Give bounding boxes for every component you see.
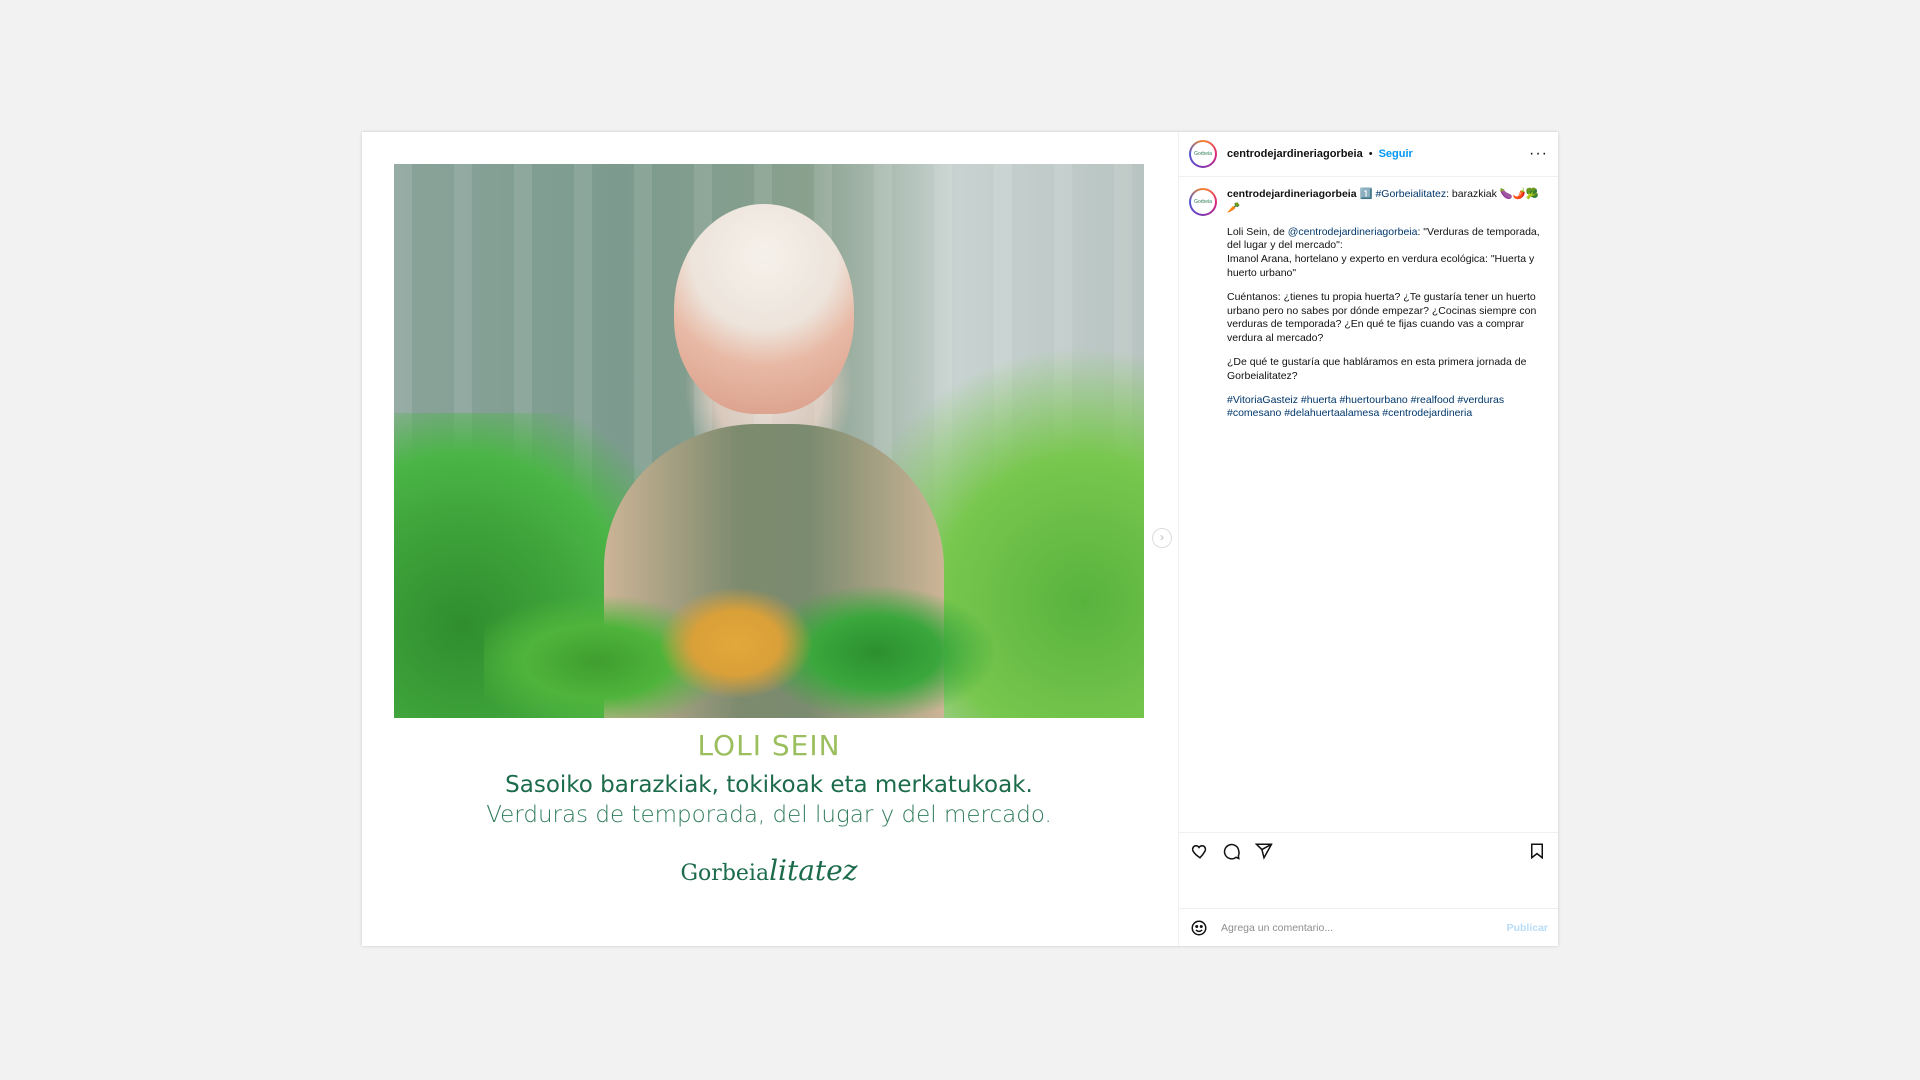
caption-area: Gorbeia centrodejardineriagorbeia 1️⃣ #G… xyxy=(1179,176,1558,776)
image-tagline-spanish: Verduras de temporada, del lugar y del m… xyxy=(486,802,1052,828)
more-options-icon[interactable]: ··· xyxy=(1529,145,1548,163)
next-image-button[interactable]: › xyxy=(1152,528,1172,548)
caption-paragraph-1: Loli Sein, de @centrodejardineriagorbeia… xyxy=(1227,226,1542,281)
comment-icon[interactable] xyxy=(1221,840,1243,862)
caption-avatar-text: Gorbeia xyxy=(1193,192,1213,212)
caption-avatar[interactable]: Gorbeia xyxy=(1189,188,1217,216)
post-header: Gorbeia centrodejardineriagorbeia • Segu… xyxy=(1179,132,1558,177)
image-tagline-basque: Sasoiko barazkiak, tokikoak eta merkatuk… xyxy=(505,772,1033,798)
emoji-icon[interactable] xyxy=(1189,918,1209,938)
post-photo xyxy=(394,164,1144,718)
bookmark-icon[interactable] xyxy=(1526,840,1548,862)
share-icon[interactable] xyxy=(1253,840,1275,862)
caption-intro: 1️⃣ xyxy=(1359,188,1373,200)
avatar-text: Gorbeia xyxy=(1193,144,1213,164)
avatar[interactable]: Gorbeia xyxy=(1189,140,1217,168)
caption-username[interactable]: centrodejardineriagorbeia xyxy=(1227,188,1357,200)
post-modal: › LOLI SEIN Sasoiko barazkiak, tokikoak … xyxy=(362,132,1558,946)
person-head xyxy=(674,204,854,414)
caption-hashtags[interactable]: #VitoriaGasteiz #huerta #huertourbano #r… xyxy=(1227,394,1542,422)
caption-hashtag-link[interactable]: #Gorbeialitatez xyxy=(1375,188,1446,200)
brand-logo: Gorbeialitatez xyxy=(394,854,1144,887)
caption-paragraph-2: Cuéntanos: ¿tienes tu propia huerta? ¿Te… xyxy=(1227,290,1537,345)
caption-row: Gorbeia centrodejardineriagorbeia 1️⃣ #G… xyxy=(1189,188,1548,421)
caption-mention-link[interactable]: @centrodejardineriagorbeia xyxy=(1288,226,1418,238)
brand-logo-text: Gorbeia xyxy=(680,861,770,886)
caption-text: centrodejardineriagorbeia 1️⃣ #Gorbeiali… xyxy=(1227,188,1542,421)
caption-paragraph-3: ¿De qué te gustaría que habláramos en es… xyxy=(1227,355,1527,382)
caption-p1-c: Imanol Arana, hortelano y experto en ver… xyxy=(1227,253,1535,279)
flowers xyxy=(484,548,1044,718)
heart-icon[interactable] xyxy=(1189,840,1211,862)
post-media: › LOLI SEIN Sasoiko barazkiak, tokikoak … xyxy=(362,132,1179,946)
follow-button[interactable]: Seguir xyxy=(1379,148,1413,160)
caption-p1-a: Loli Sein, de xyxy=(1227,225,1288,238)
post-actions xyxy=(1179,832,1558,868)
post-sidebar: Gorbeia centrodejardineriagorbeia • Segu… xyxy=(1179,132,1558,946)
header-username[interactable]: centrodejardineriagorbeia xyxy=(1227,148,1363,160)
comment-input[interactable] xyxy=(1219,920,1507,935)
image-name-text: LOLI SEIN xyxy=(697,729,841,762)
publish-button[interactable]: Publicar xyxy=(1507,922,1548,934)
add-comment-bar: Publicar xyxy=(1179,908,1558,946)
separator-dot: • xyxy=(1368,148,1373,160)
brand-logo-script: litatez xyxy=(769,854,858,887)
